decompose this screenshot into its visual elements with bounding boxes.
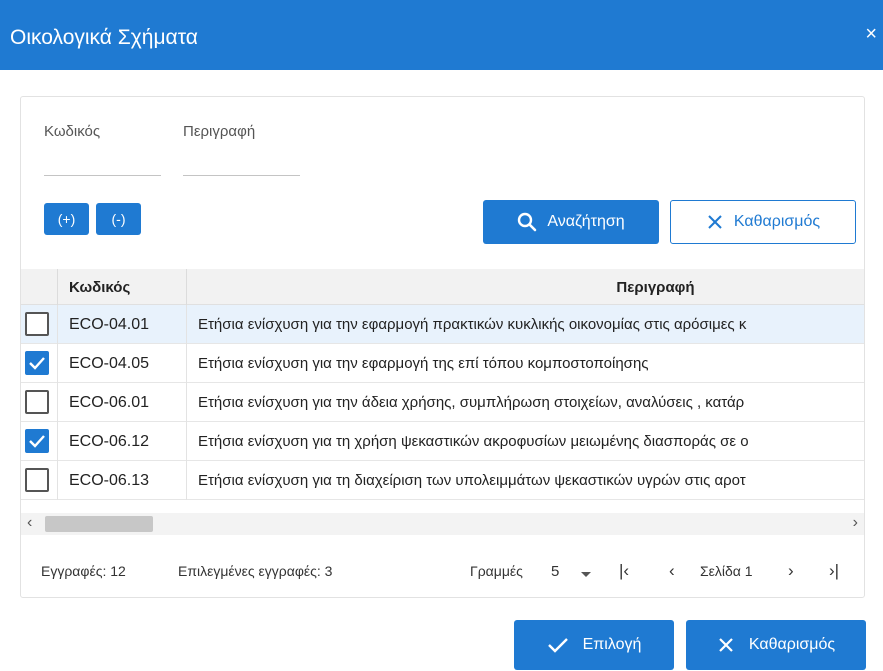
column-separator: [186, 461, 187, 500]
column-header-code[interactable]: Κωδικός: [69, 269, 130, 305]
row-description: Ετήσια ενίσχυση για την εφαρμογή της επί…: [198, 355, 649, 372]
search-button-label: Αναζήτηση: [547, 213, 625, 230]
page-indicator: Σελίδα 1: [700, 563, 753, 579]
row-code: ECO-06.13: [69, 471, 150, 489]
collapse-button[interactable]: (-): [96, 203, 141, 235]
scrollbar-thumb[interactable]: [45, 516, 153, 532]
row-checkbox[interactable]: [25, 429, 49, 453]
row-code: ECO-06.01: [69, 393, 150, 411]
rows-per-page-label: Γραμμές: [470, 563, 523, 579]
dialog-title: Οικολογικά Σχήματα: [10, 26, 198, 49]
scroll-left-icon[interactable]: ‹: [27, 514, 32, 532]
clear-filters-button[interactable]: Καθαρισμός: [670, 200, 856, 244]
row-checkbox[interactable]: [25, 390, 49, 414]
selected-count: Επιλεγμένες εγγραφές: 3: [178, 563, 333, 579]
next-page-icon[interactable]: ›: [788, 561, 794, 581]
column-separator: [186, 383, 187, 422]
column-separator: [57, 305, 58, 344]
column-separator: [57, 344, 58, 383]
dialog-titlebar: Οικολογικά Σχήματα ×: [0, 0, 883, 70]
table-header: Κωδικός Περιγραφή: [21, 269, 864, 305]
row-checkbox[interactable]: [25, 312, 49, 336]
checkmark-icon: [29, 435, 45, 448]
select-button[interactable]: Επιλογή: [514, 620, 674, 670]
row-description: Ετήσια ενίσχυση για την εφαρμογή πρακτικ…: [198, 316, 747, 333]
close-icon[interactable]: ×: [865, 24, 877, 44]
select-button-label: Επιλογή: [582, 636, 642, 653]
row-description: Ετήσια ενίσχυση για τη χρήση ψεκαστικών …: [198, 433, 749, 450]
description-filter-input[interactable]: [183, 175, 300, 176]
table-footer: Εγγραφές: 12 Επιλεγμένες εγγραφές: 3 Γρα…: [21, 549, 864, 593]
table-row[interactable]: ECO-06.12 Ετήσια ενίσχυση για τη χρήση ψ…: [21, 422, 864, 461]
row-description: Ετήσια ενίσχυση για την άδεια χρήσης, συ…: [198, 394, 745, 411]
column-separator: [186, 305, 187, 344]
checkmark-icon: [547, 638, 568, 653]
column-separator: [57, 461, 58, 500]
rows-per-page-value[interactable]: 5: [551, 563, 559, 580]
expand-button[interactable]: (+): [44, 203, 89, 235]
row-code: ECO-04.05: [69, 354, 150, 372]
row-code: ECO-06.12: [69, 432, 150, 450]
column-header-description[interactable]: Περιγραφή: [187, 269, 864, 305]
clear-filters-label: Καθαρισμός: [733, 213, 821, 230]
last-page-icon[interactable]: ›|: [829, 561, 839, 581]
clear-selection-label: Καθαρισμός: [748, 636, 836, 653]
row-code: ECO-04.01: [69, 315, 150, 333]
records-count: Εγγραφές: 12: [41, 563, 126, 579]
row-checkbox[interactable]: [25, 351, 49, 375]
row-checkbox[interactable]: [25, 468, 49, 492]
column-separator: [186, 422, 187, 461]
first-page-icon[interactable]: |‹: [619, 561, 629, 581]
search-icon: [518, 212, 537, 232]
column-separator: [57, 269, 58, 305]
chevron-down-icon[interactable]: [580, 566, 592, 582]
column-separator: [57, 383, 58, 422]
clear-x-icon: [708, 215, 722, 229]
prev-page-icon[interactable]: ‹: [669, 561, 675, 581]
clear-x-icon: [719, 638, 733, 652]
column-separator: [57, 422, 58, 461]
clear-selection-button[interactable]: Καθαρισμός: [686, 620, 866, 670]
table-row[interactable]: ECO-04.01 Ετήσια ενίσχυση για την εφαρμο…: [21, 305, 864, 344]
horizontal-scrollbar[interactable]: ‹ ›: [21, 513, 864, 535]
description-filter-label: Περιγραφή: [183, 123, 256, 140]
table-row[interactable]: ECO-06.13 Ετήσια ενίσχυση για τη διαχείρ…: [21, 461, 864, 500]
checkmark-icon: [29, 357, 45, 370]
column-separator: [186, 344, 187, 383]
search-button[interactable]: Αναζήτηση: [483, 200, 659, 244]
table-row[interactable]: ECO-04.05 Ετήσια ενίσχυση για την εφαρμο…: [21, 344, 864, 383]
search-panel: Κωδικός Περιγραφή (+) (-) Αναζήτηση Καθα…: [20, 96, 865, 598]
scroll-right-icon[interactable]: ›: [853, 514, 858, 532]
table-row[interactable]: ECO-06.01 Ετήσια ενίσχυση για την άδεια …: [21, 383, 864, 422]
results-table: Κωδικός Περιγραφή ECO-04.01 Ετήσια ενίσχ…: [21, 269, 864, 540]
code-filter-input[interactable]: [44, 175, 161, 176]
row-description: Ετήσια ενίσχυση για τη διαχείριση των υπ…: [198, 472, 746, 489]
code-filter-label: Κωδικός: [44, 123, 101, 140]
